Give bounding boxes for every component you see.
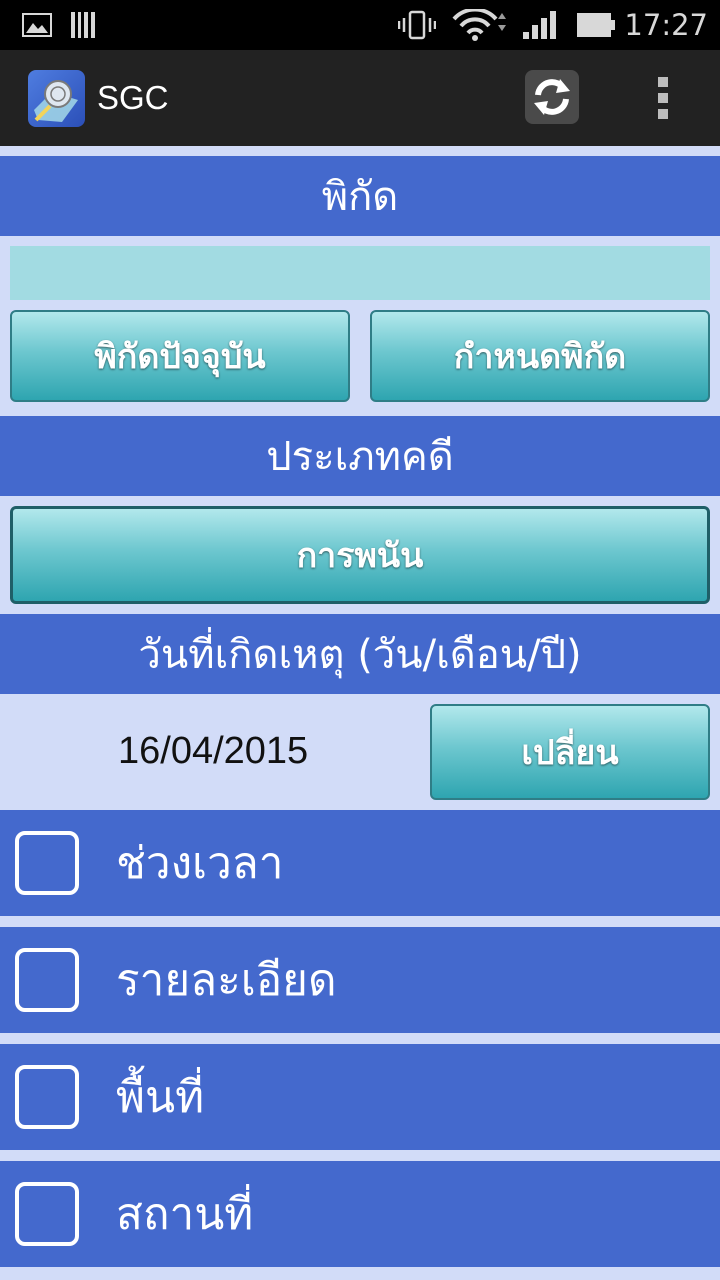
location-field[interactable] <box>10 246 710 300</box>
overflow-menu-icon[interactable] <box>640 70 686 126</box>
area-checkbox[interactable] <box>15 1065 79 1129</box>
signal-icon <box>522 0 558 50</box>
form-content: พิกัด พิกัดปัจจุบัน กำหนดพิกัด ประเภทคดี… <box>0 146 720 1280</box>
current-location-button[interactable]: พิกัดปัจจุบัน <box>10 310 350 402</box>
barcode-notification-icon <box>70 0 96 50</box>
incident-date-value: 16/04/2015 <box>118 729 309 772</box>
wifi-icon <box>452 0 510 50</box>
checkbox-row-details[interactable]: รายละเอียด <box>0 927 720 1033</box>
refresh-icon <box>534 79 570 115</box>
change-date-button[interactable]: เปลี่ยน <box>430 704 710 800</box>
checkbox-row-place[interactable]: สถานที่ <box>0 1161 720 1267</box>
checkbox-row-area[interactable]: พื้นที่ <box>0 1044 720 1150</box>
status-bar: 17:27 <box>0 0 720 50</box>
battery-icon <box>576 0 616 50</box>
checkbox-label: ช่วงเวลา <box>116 838 284 889</box>
app-title: SGC <box>97 79 169 116</box>
incident-date-header: วันที่เกิดเหตุ (วัน/เดือน/ปี) <box>0 614 720 694</box>
time-range-checkbox[interactable] <box>15 831 79 895</box>
checkbox-label: สถานที่ <box>116 1189 254 1240</box>
checkbox-label: พื้นที่ <box>116 1072 205 1123</box>
action-bar: SGC <box>0 50 720 146</box>
checkbox-label: รายละเอียด <box>116 955 337 1006</box>
status-time: 17:27 <box>624 8 708 42</box>
set-location-button[interactable]: กำหนดพิกัด <box>370 310 710 402</box>
sync-button[interactable] <box>525 70 579 124</box>
case-type-select[interactable]: การพนัน <box>10 506 710 604</box>
incident-date-row: 16/04/2015 เปลี่ยน <box>0 694 720 808</box>
app-logo-icon <box>28 70 85 127</box>
vibrate-icon <box>398 0 436 50</box>
place-checkbox[interactable] <box>15 1182 79 1246</box>
case-type-header: ประเภทคดี <box>0 416 720 496</box>
gallery-notification-icon <box>22 0 52 50</box>
location-header: พิกัด <box>0 156 720 236</box>
checkbox-row-time-range[interactable]: ช่วงเวลา <box>0 810 720 916</box>
details-checkbox[interactable] <box>15 948 79 1012</box>
